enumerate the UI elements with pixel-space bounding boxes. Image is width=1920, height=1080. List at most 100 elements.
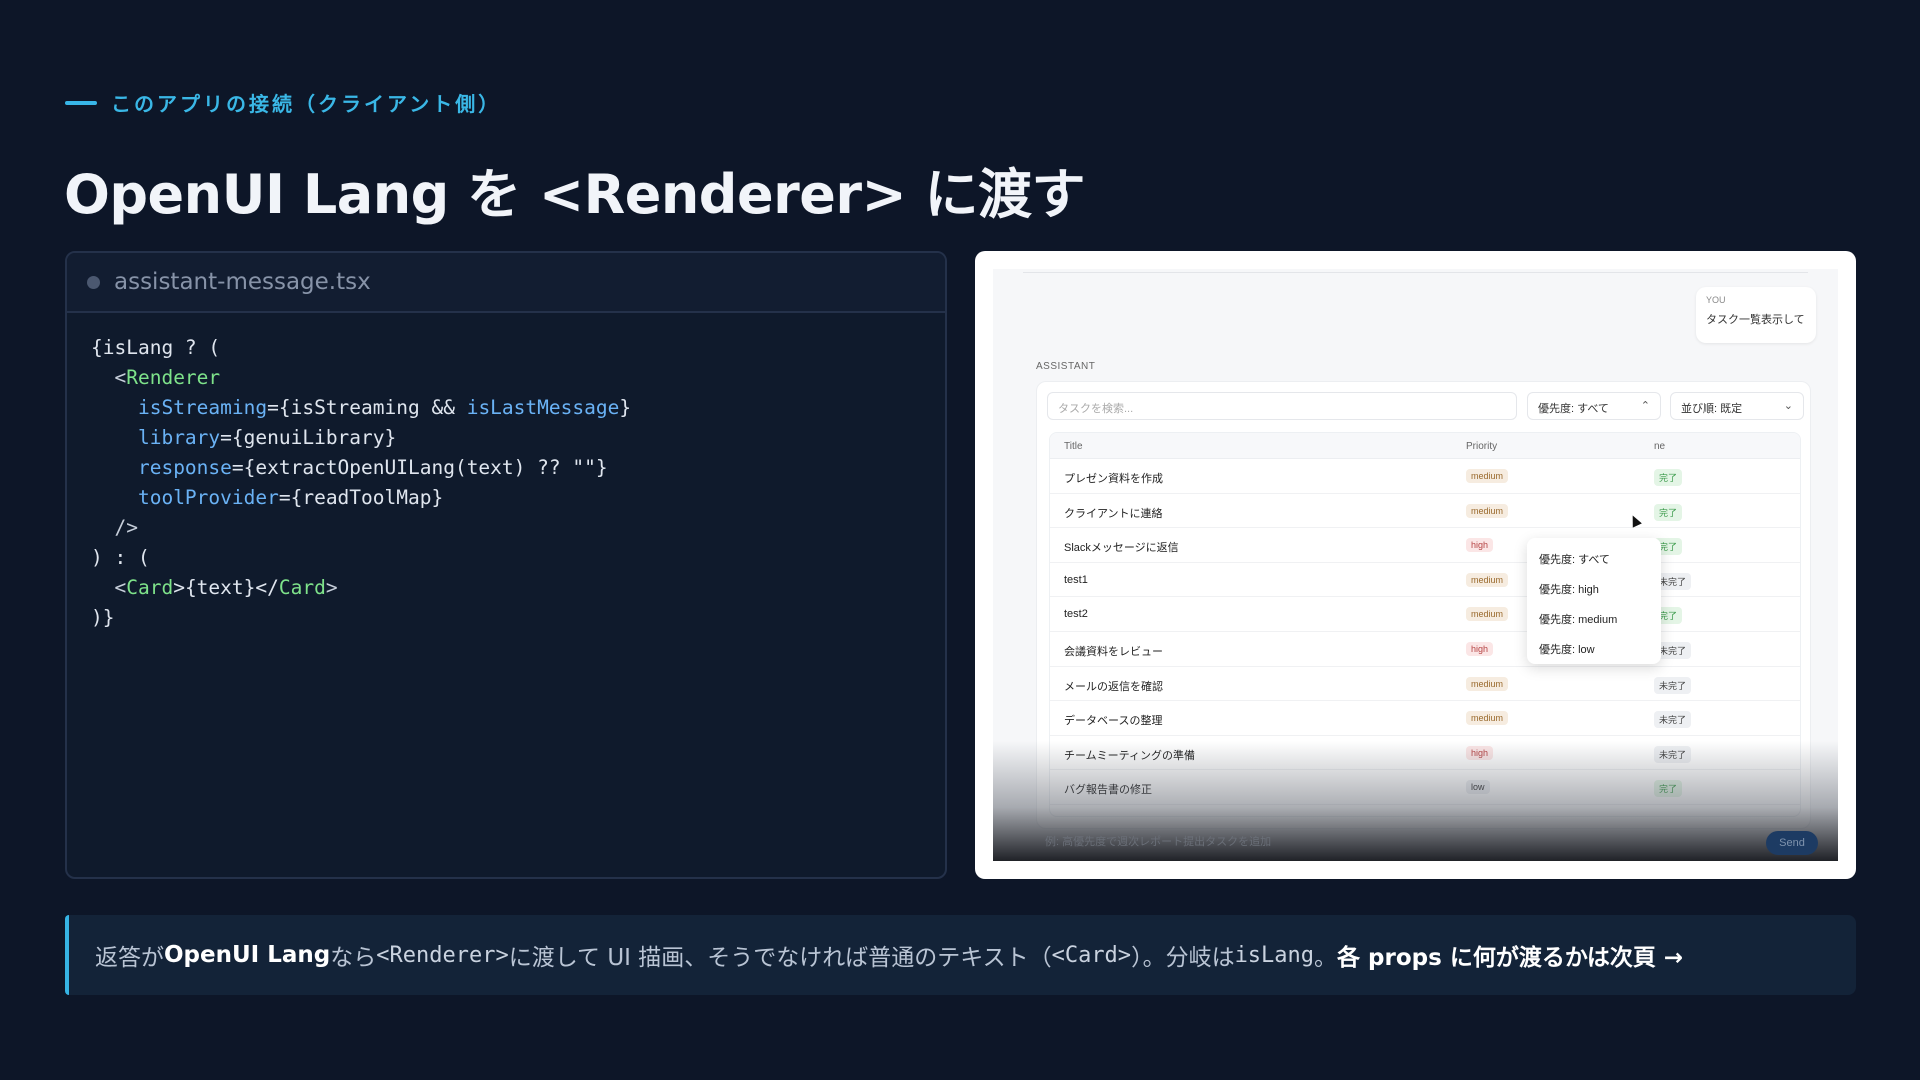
status-badge: 完了 (1654, 503, 1683, 521)
table-row[interactable]: クライアントに連絡 medium 完了 (1050, 494, 1800, 529)
code-token: isLastMessage (466, 396, 620, 419)
top-divider (1023, 269, 1808, 273)
priority-filter-value: 優先度: すべて (1538, 403, 1609, 415)
note-bold-openui: OpenUI Lang (164, 942, 331, 968)
code-header: assistant-message.tsx (67, 253, 945, 313)
task-title: 会議資料をレビュー (1064, 645, 1163, 658)
code-token: Card (126, 576, 174, 599)
app-screenshot: YOU タスク一覧表示して ASSISTANT タスクを検索... 優先度: す… (993, 269, 1838, 861)
code-line: library={genuiLibrary} (91, 423, 921, 453)
section-eyebrow: このアプリの接続（クライアント側） (65, 88, 501, 117)
user-label: YOU (1706, 295, 1726, 305)
code-line: <Renderer (91, 363, 921, 393)
note-text-4: ）。分岐は (1131, 945, 1235, 971)
table-header: Title Priority ne (1050, 433, 1800, 459)
priority-dropdown-menu: 優先度: すべて 優先度: high 優先度: medium 優先度: low (1527, 538, 1661, 664)
code-token: < (91, 366, 127, 389)
code-token: < (91, 576, 127, 599)
task-title: プレゼン資料を作成 (1064, 473, 1163, 485)
code-panel: assistant-message.tsx {isLang ? ( <Rende… (65, 251, 947, 879)
note-text-5: 。 (1314, 945, 1338, 971)
user-message-bubble: YOU タスク一覧表示して (1696, 287, 1816, 343)
priority-badge: medium (1466, 711, 1509, 726)
task-title: Slackメッセージに返信 (1064, 542, 1179, 555)
priority-badge: medium (1466, 469, 1509, 483)
column-header-status: ne (1654, 441, 1666, 452)
table-row[interactable]: メールの返信を確認 medium 未完了 (1050, 667, 1800, 702)
file-dot-icon (87, 275, 100, 289)
dropdown-option[interactable]: 優先度: low (1527, 632, 1661, 662)
table-row[interactable]: プレゼン資料を作成 medium 完了 (1050, 459, 1800, 494)
code-token: >{text}</ (173, 576, 279, 599)
code-line: /> (91, 513, 921, 543)
code-token: Renderer (126, 366, 221, 389)
task-title: test2 (1064, 608, 1088, 621)
code-token: ) : ( (91, 546, 150, 569)
priority-filter-select[interactable]: 優先度: すべて ⌃ (1527, 392, 1661, 420)
sort-select[interactable]: 並び順: 既定 ⌄ (1670, 392, 1804, 420)
code-line: toolProvider={readToolMap} (91, 483, 921, 513)
slide-title: OpenUI Lang を <Renderer> に渡す (64, 163, 1086, 226)
code-token: > (325, 576, 338, 599)
task-title: データベースの整理 (1064, 715, 1163, 728)
note-bold-next-page: 各 props に何が渡るかは次頁 → (1337, 945, 1684, 971)
dropdown-option[interactable]: 優先度: high (1527, 572, 1661, 602)
task-title: クライアントに連絡 (1064, 507, 1163, 520)
note-text-3: に渡して UI 描画、そうでなければ普通のテキスト（ (508, 945, 1052, 971)
code-token: Card (278, 576, 326, 599)
table-row[interactable]: test1 medium 未完了 (1050, 563, 1800, 598)
compose-input[interactable]: 例: 高優先度で週次レポート提出タスクを追加 (1045, 833, 1271, 849)
priority-badge: high (1466, 538, 1494, 553)
code-token: response (137, 456, 232, 479)
status-badge: 完了 (1654, 469, 1683, 486)
column-header-priority: Priority (1466, 441, 1498, 452)
code-line: <Card>{text}</Card> (91, 573, 921, 603)
note-code-card: <Card> (1051, 942, 1132, 968)
task-title: test1 (1064, 573, 1088, 586)
chevron-up-icon: ⌃ (1640, 400, 1650, 412)
code-token: toolProvider (137, 486, 279, 509)
table-row[interactable]: 会議資料をレビュー high 未完了 (1050, 632, 1800, 667)
priority-badge: medium (1466, 676, 1509, 691)
priority-badge: medium (1466, 572, 1509, 587)
status-badge: 未完了 (1654, 711, 1692, 729)
priority-badge: medium (1466, 503, 1509, 518)
dropdown-option[interactable]: 優先度: すべて (1527, 542, 1661, 572)
code-line: )} (91, 603, 921, 633)
sort-select-value: 並び順: 既定 (1681, 403, 1743, 415)
priority-badge: medium (1466, 607, 1509, 622)
dropdown-option[interactable]: 優先度: medium (1527, 602, 1661, 632)
summary-note: 返答が OpenUI Lang なら <Renderer> に渡して UI 描画… (65, 915, 1856, 995)
code-filename: assistant-message.tsx (114, 269, 371, 295)
table-row[interactable]: test2 medium 完了 (1050, 597, 1800, 632)
code-token: {isLang ? ( (91, 336, 221, 359)
code-token: ={genuiLibrary} (220, 426, 397, 449)
code-token: )} (91, 606, 115, 629)
note-code-islang: isLang (1234, 942, 1315, 968)
eyebrow-text: このアプリの接続（クライアント側） (111, 92, 502, 116)
note-code-renderer: <Renderer> (376, 942, 509, 968)
code-token: library (137, 426, 221, 449)
chevron-down-icon: ⌄ (1783, 400, 1793, 412)
note-text-1: 返答が (95, 945, 164, 971)
code-line: ) : ( (91, 543, 921, 573)
code-token: ={readToolMap} (278, 486, 444, 509)
code-line: isStreaming={isStreaming && isLastMessag… (91, 393, 921, 423)
note-text-2: なら (330, 945, 377, 971)
code-token: ={extractOpenUILang(text) ?? ""} (231, 456, 608, 479)
send-button[interactable]: Send (1766, 831, 1818, 855)
code-token: } (619, 396, 632, 419)
code-block: {isLang ? ( <Renderer isStreaming={isStr… (67, 313, 945, 653)
eyebrow-accent-bar (65, 100, 97, 105)
code-token: isStreaming (137, 396, 268, 419)
table-row[interactable]: Slackメッセージに返信 high 完了 (1050, 528, 1800, 563)
app-screenshot-panel: YOU タスク一覧表示して ASSISTANT タスクを検索... 優先度: す… (975, 251, 1856, 879)
code-line: response={extractOpenUILang(text) ?? ""} (91, 453, 921, 483)
table-row[interactable]: データベースの整理 medium 未完了 (1050, 701, 1800, 736)
task-search-input[interactable]: タスクを検索... (1047, 392, 1517, 420)
code-token: /> (91, 516, 138, 539)
